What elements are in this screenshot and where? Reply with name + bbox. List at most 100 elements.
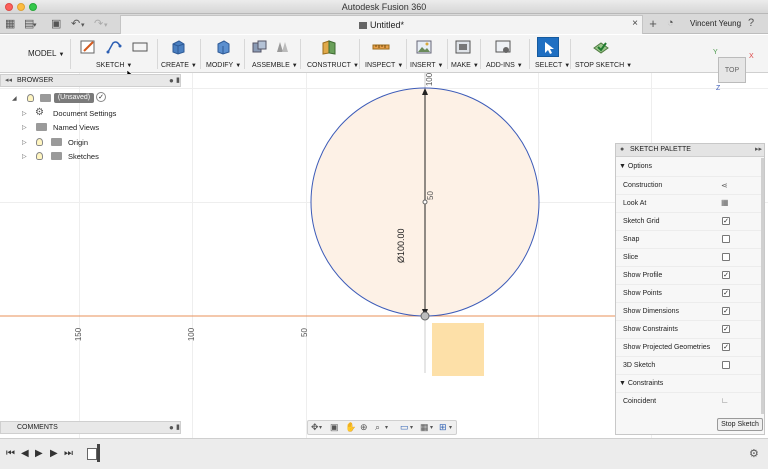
chevron-down-icon[interactable]: ▾	[430, 424, 433, 431]
pin-icon[interactable]: ●	[169, 76, 174, 85]
app-grid-icon[interactable]: ▦	[5, 18, 15, 30]
redo-dropdown-icon[interactable]: ▾	[104, 20, 108, 32]
viewports-icon[interactable]: ⊞	[439, 422, 447, 433]
select-tool-button[interactable]	[537, 37, 559, 57]
visibility-bulb-icon[interactable]	[27, 94, 34, 102]
chevron-down-icon[interactable]: ▾	[385, 424, 388, 431]
show-points-checkbox[interactable]: ✓	[722, 289, 730, 297]
undo-dropdown-icon[interactable]: ▾	[81, 20, 85, 32]
options-section-header[interactable]: ▼ Options	[616, 158, 764, 176]
addins-menu[interactable]: ADD-INS ▼	[486, 62, 523, 69]
expand-icon[interactable]: ▷	[22, 139, 27, 146]
user-menu[interactable]: Vincent Yeung	[690, 19, 741, 28]
option-sketch-grid[interactable]: Sketch Grid ✓	[616, 212, 764, 230]
zoom-icon[interactable]: ⊕	[360, 422, 368, 433]
make-menu[interactable]: MAKE ▼	[451, 62, 479, 69]
origin-point[interactable]	[420, 311, 430, 321]
chevron-down-icon[interactable]: ▾	[449, 424, 452, 431]
tab-untitled[interactable]: Untitled* ×	[120, 15, 643, 34]
offset-plane-icon[interactable]	[320, 38, 338, 56]
new-tab-button[interactable]: +	[646, 17, 660, 31]
go-to-end-icon[interactable]: ⏭	[64, 448, 73, 459]
root-component-label[interactable]: (Unsaved)	[54, 93, 94, 103]
expand-root-icon[interactable]: ◢	[12, 95, 17, 102]
look-at-icon[interactable]: ▣	[330, 422, 339, 433]
help-icon[interactable]: ?	[748, 17, 754, 29]
pin-icon[interactable]: ●	[620, 146, 624, 153]
display-settings-icon[interactable]: ▭	[400, 422, 409, 433]
center-point[interactable]	[422, 199, 428, 205]
3d-sketch-checkbox[interactable]	[722, 361, 730, 369]
panel-resize-icon[interactable]: ▮	[176, 423, 180, 431]
slice-checkbox[interactable]	[722, 253, 730, 261]
dimension-label[interactable]: Ø100.00	[396, 228, 406, 263]
chevron-down-icon[interactable]: ▾	[410, 424, 413, 431]
coincident-icon[interactable]: ∟	[721, 396, 729, 405]
line-icon[interactable]	[105, 38, 123, 56]
browser-item-sketches[interactable]: ▷ Sketches	[20, 150, 180, 163]
option-show-profile[interactable]: Show Profile ✓	[616, 266, 764, 284]
browser-item-named-views[interactable]: ▷ Named Views	[20, 121, 180, 134]
stop-sketch-menu[interactable]: STOP SKETCH ▼	[575, 62, 632, 69]
inspect-menu[interactable]: INSPECT ▼	[365, 62, 403, 69]
pin-icon[interactable]: ●	[169, 423, 174, 432]
constraint-coincident[interactable]: Coincident ∟	[616, 392, 764, 410]
go-to-start-icon[interactable]: ⏮	[6, 448, 15, 459]
option-show-projected-geometries[interactable]: Show Projected Geometries ✓	[616, 338, 764, 356]
comments-panel-header[interactable]: COMMENTS ● ▮	[0, 421, 181, 434]
expand-icon[interactable]: ▷	[22, 110, 27, 117]
option-show-points[interactable]: Show Points ✓	[616, 284, 764, 302]
pan-icon[interactable]: ✋	[345, 422, 356, 433]
collapse-icon[interactable]: ◂◂	[5, 76, 12, 84]
view-cube[interactable]: TOP	[718, 57, 746, 83]
workspace-switcher[interactable]: MODEL ▼	[8, 35, 66, 73]
modify-menu[interactable]: MODIFY ▼	[206, 62, 241, 69]
new-component-icon[interactable]	[251, 38, 269, 56]
option-show-dimensions[interactable]: Show Dimensions ✓	[616, 302, 764, 320]
timeline-sketch-item[interactable]	[87, 448, 97, 460]
option-snap[interactable]: Snap	[616, 230, 764, 248]
save-icon[interactable]: ▣	[51, 18, 61, 30]
show-projected-geometries-checkbox[interactable]: ✓	[722, 343, 730, 351]
option-construction[interactable]: Construction ⋖	[616, 176, 764, 194]
construct-menu[interactable]: CONSTRUCT ▼	[307, 62, 359, 69]
stop-sketch-icon[interactable]	[592, 38, 610, 56]
step-back-icon[interactable]: ◀	[21, 448, 29, 459]
show-dimensions-checkbox[interactable]: ✓	[722, 307, 730, 315]
activate-component-icon[interactable]: ✓	[96, 92, 106, 102]
option-3d-sketch[interactable]: 3D Sketch	[616, 356, 764, 374]
option-show-constraints[interactable]: Show Constraints ✓	[616, 320, 764, 338]
sketch-menu[interactable]: SKETCH ▼	[96, 62, 132, 69]
show-profile-checkbox[interactable]: ✓	[722, 271, 730, 279]
visibility-bulb-icon[interactable]	[36, 152, 43, 160]
extrude-icon[interactable]	[169, 38, 187, 56]
joint-icon[interactable]	[273, 38, 291, 56]
scripts-icon[interactable]	[494, 38, 512, 56]
play-icon[interactable]: ▶	[35, 448, 43, 459]
profile-square[interactable]	[432, 323, 484, 376]
3d-print-icon[interactable]	[454, 38, 472, 56]
snap-checkbox[interactable]	[722, 235, 730, 243]
expand-icon[interactable]: ▷	[22, 153, 27, 160]
option-slice[interactable]: Slice	[616, 248, 764, 266]
show-constraints-checkbox[interactable]: ✓	[722, 325, 730, 333]
browser-item-origin[interactable]: ▷ Origin	[20, 136, 180, 149]
press-pull-icon[interactable]	[214, 38, 232, 56]
insert-menu[interactable]: INSERT ▼	[410, 62, 444, 69]
job-status-icon[interactable]: ◔	[667, 17, 674, 29]
create-sketch-icon[interactable]	[79, 38, 97, 56]
assemble-menu[interactable]: ASSEMBLE ▼	[252, 62, 298, 69]
orbit-icon[interactable]: ✥	[311, 422, 319, 433]
expand-panel-icon[interactable]: ▸▸	[755, 145, 762, 153]
rectangle-icon[interactable]	[131, 38, 149, 56]
expand-icon[interactable]: ▷	[22, 124, 27, 131]
grid-settings-icon[interactable]: ▦	[420, 422, 429, 433]
undo-icon[interactable]: ↶	[71, 18, 80, 30]
sketch-palette-header[interactable]: ● SKETCH PALETTE ▸▸	[616, 144, 764, 157]
option-look-at[interactable]: Look At ▦	[616, 194, 764, 212]
select-menu[interactable]: SELECT ▼	[535, 62, 570, 69]
timeline-settings-icon[interactable]: ⚙	[749, 447, 759, 460]
create-menu[interactable]: CREATE ▼	[161, 62, 197, 69]
visibility-bulb-icon[interactable]	[36, 138, 43, 146]
constraints-section-header[interactable]: ▼ Constraints	[616, 374, 764, 392]
